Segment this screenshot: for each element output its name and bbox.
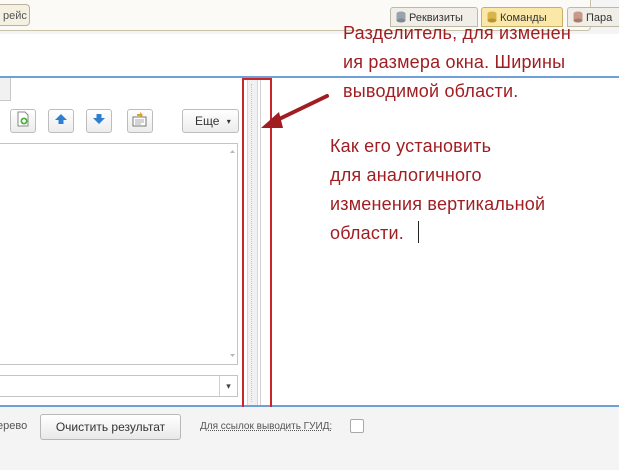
annotation-question: Как его установить для аналогичного изме…	[330, 136, 546, 243]
arrow-down-icon	[92, 112, 106, 130]
result-list[interactable]	[0, 143, 238, 365]
guid-label: Для ссылок выводить ГУИД:	[200, 421, 333, 432]
settings-doc-icon	[132, 111, 148, 132]
move-up-button[interactable]	[48, 109, 74, 133]
tab-parameters[interactable]: Пара	[567, 7, 619, 27]
chevron-down-icon: ▾	[226, 381, 231, 391]
more-button[interactable]: Еще ▾	[182, 109, 239, 133]
more-button-label: Еще	[195, 114, 220, 128]
annotation-splitter-note: Разделитель, для изменен ия размера окна…	[343, 23, 572, 101]
combo-dropdown-button[interactable]: ▾	[219, 376, 237, 396]
tab-parameters-label: Пара	[586, 12, 613, 24]
settings-button[interactable]	[127, 109, 153, 133]
top-left-tab[interactable]: рейс	[0, 4, 30, 26]
tree-label: ерево	[0, 420, 28, 432]
add-doc-icon	[16, 111, 30, 132]
guid-checkbox[interactable]	[350, 419, 364, 433]
filter-combo[interactable]	[0, 375, 238, 397]
move-down-button[interactable]	[86, 109, 112, 133]
database-icon	[573, 10, 583, 26]
list-scrollbar[interactable]	[228, 146, 237, 361]
arrow-annotation-icon	[255, 90, 335, 140]
text-caret	[418, 221, 419, 243]
left-panel-header	[0, 76, 11, 101]
chevron-down-icon: ▾	[226, 117, 231, 126]
clear-result-button[interactable]: Очистить результат	[40, 414, 181, 440]
arrow-up-icon	[54, 112, 68, 130]
top-left-tab-label: рейс	[3, 10, 27, 22]
add-button[interactable]	[10, 109, 36, 133]
